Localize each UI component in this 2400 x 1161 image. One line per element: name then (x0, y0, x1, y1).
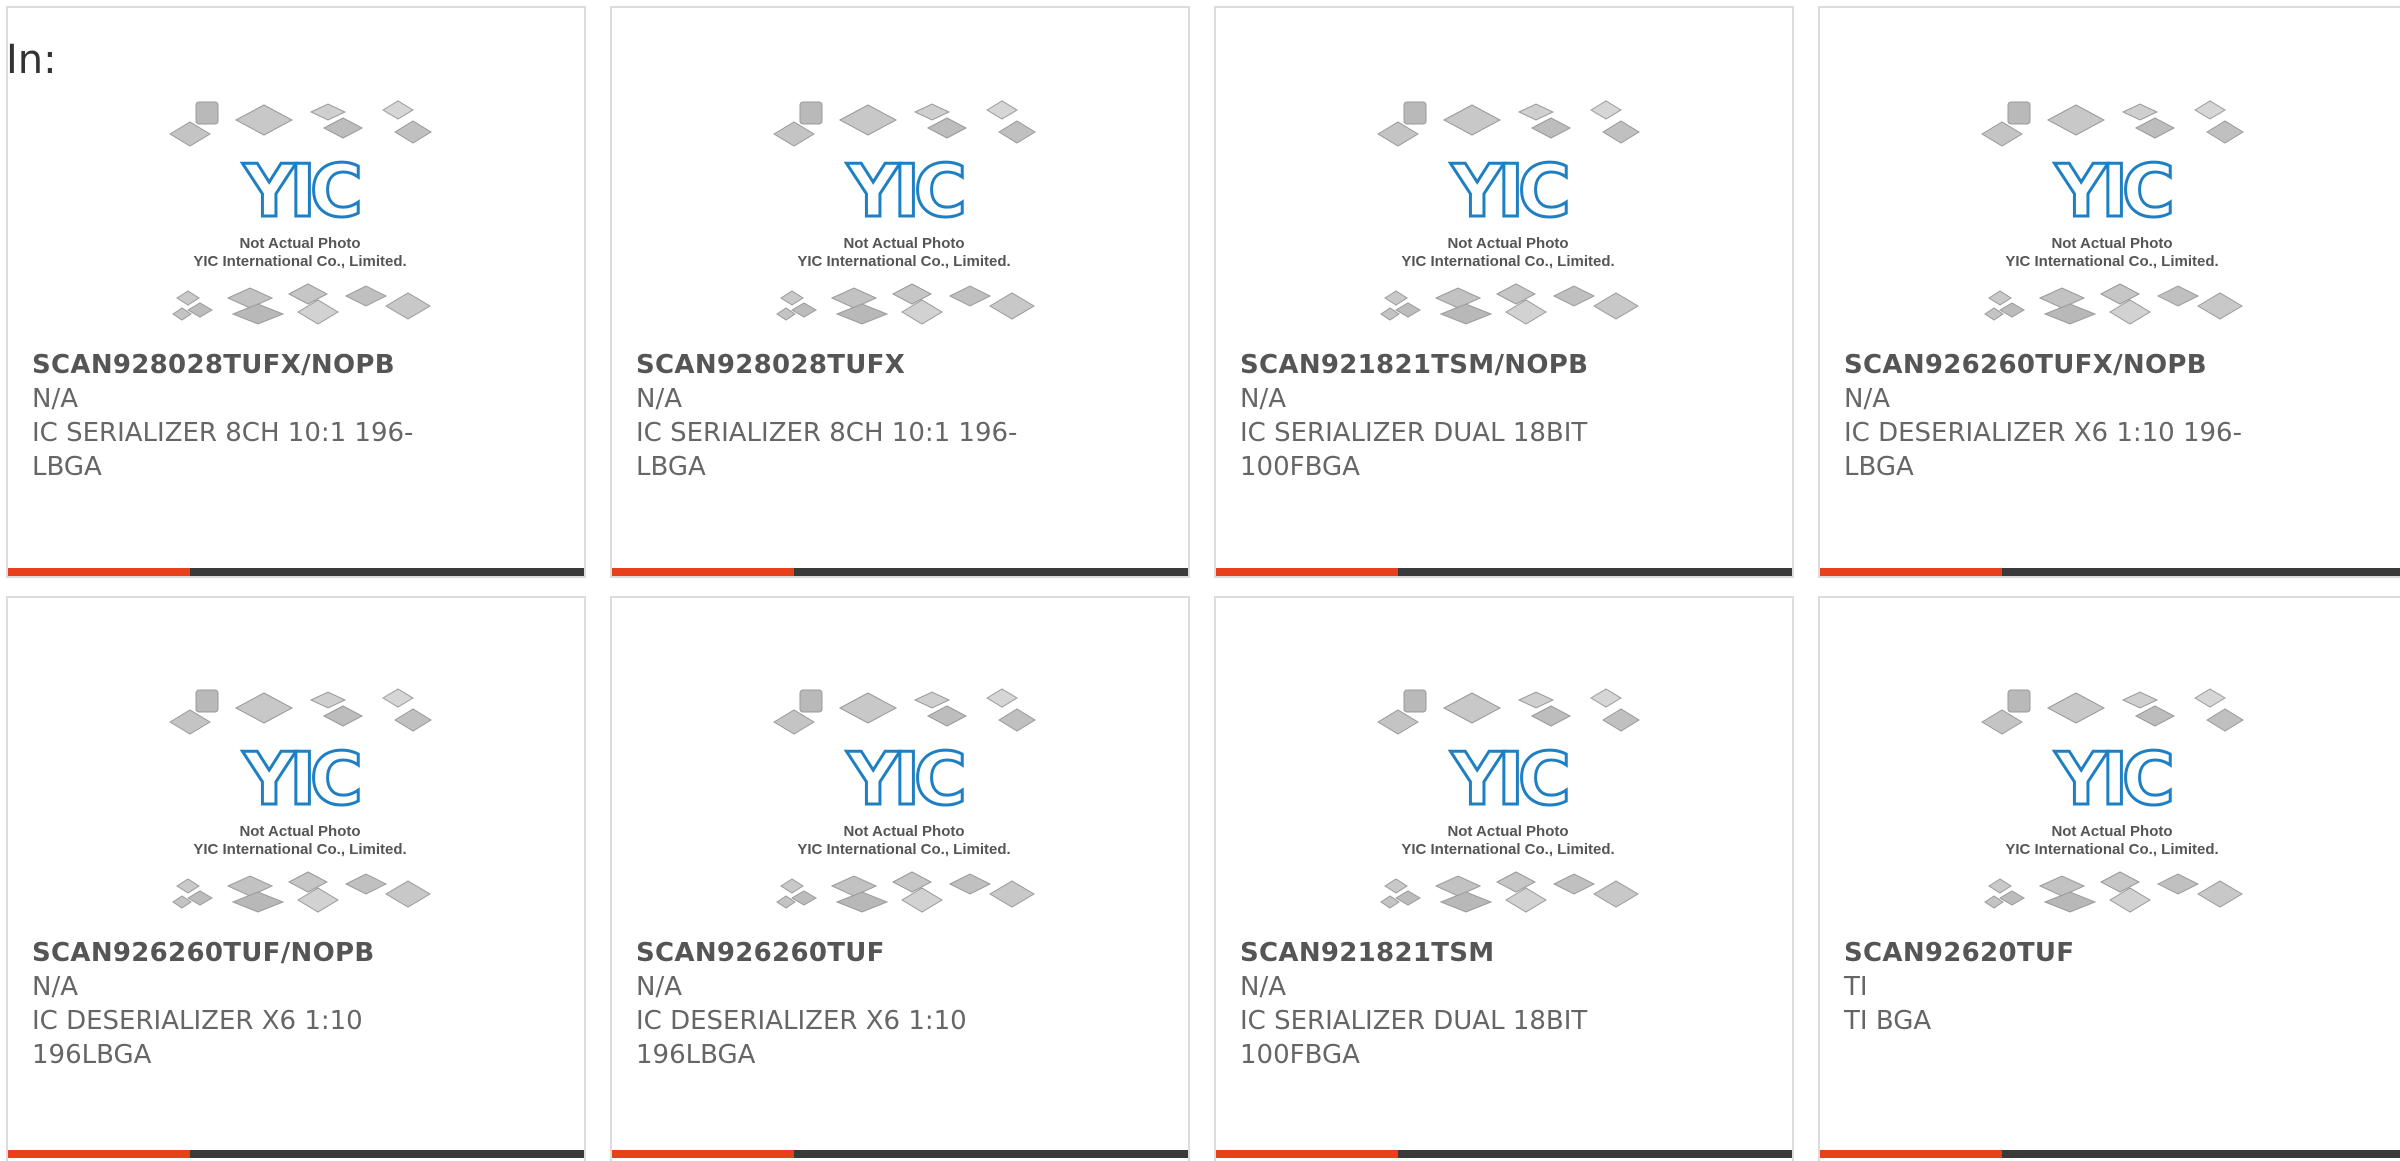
manufacturer: TI (1844, 972, 1868, 1002)
description: IC DESERIALIZER X6 1:10 196-LBGA (1844, 418, 2242, 482)
watermark-line2: YIC International Co., Limited. (2005, 841, 2218, 858)
card-bar (8, 568, 584, 576)
product-grid: YIC Not Actual Photo YIC International Co.… (0, 0, 2400, 1161)
watermark-line1: Not Actual Photo (1447, 235, 1568, 252)
watermark-line2: YIC International Co., Limited. (193, 841, 406, 858)
not-actual-photo-image: YIC Not Actual PhotoYIC International Co.… (169, 688, 432, 913)
part-number-link[interactable]: SCAN92620TUF (1844, 936, 2344, 970)
watermark-line1: Not Actual Photo (239, 235, 360, 252)
manufacturer: N/A (32, 972, 78, 1002)
watermark-line1: Not Actual Photo (2051, 235, 2172, 252)
manufacturer: N/A (32, 384, 78, 414)
card-bar (8, 1150, 584, 1158)
watermark-line1: Not Actual Photo (843, 235, 964, 252)
card-bar (1216, 1150, 1792, 1158)
watermark-line2: YIC International Co., Limited. (193, 253, 406, 270)
yic-logo: YIC (242, 737, 359, 821)
watermark-line2: YIC International Co., Limited. (797, 841, 1010, 858)
description: IC DESERIALIZER X6 1:10 196LBGA (636, 1006, 967, 1070)
product-card[interactable]: YIC Not Actual Photo YIC International Co.… (610, 596, 1190, 1161)
watermark-line2: YIC International Co., Limited. (797, 253, 1010, 270)
description: IC SERIALIZER 8CH 10:1 196-LBGA (32, 418, 414, 482)
product-card[interactable]: YIC Not Actual Photo YIC International Co.… (1214, 596, 1794, 1161)
product-photo[interactable]: YIC Not Actual Photo YIC International Co.… (1376, 686, 1640, 926)
not-actual-photo-image: YIC Not Actual PhotoYIC International Co.… (773, 100, 1036, 325)
watermark-line2: YIC International Co., Limited. (1401, 841, 1614, 858)
description: IC SERIALIZER DUAL 18BIT 100FBGA (1240, 1006, 1588, 1070)
not-actual-photo-image: YIC Not Actual PhotoYIC International Co.… (1981, 688, 2244, 913)
description: IC SERIALIZER 8CH 10:1 196-LBGA (636, 418, 1018, 482)
manufacturer: N/A (636, 972, 682, 1002)
card-bar (612, 1150, 1188, 1158)
manufacturer: N/A (1240, 972, 1286, 1002)
manufacturer: N/A (1240, 384, 1286, 414)
product-card[interactable]: YIC Not Actual Photo YIC International Co.… (1818, 6, 2400, 578)
filter-label: In: (6, 37, 57, 83)
product-card[interactable]: YIC Not Actual Photo YIC International Co.… (610, 6, 1190, 578)
card-bar (1820, 1150, 2400, 1158)
card-bar (1820, 568, 2400, 576)
yic-logo: YIC (2054, 737, 2171, 821)
part-number-link[interactable]: SCAN926260TUF (636, 936, 1136, 970)
watermark-line1: Not Actual Photo (2051, 823, 2172, 840)
product-photo[interactable]: YIC Not Actual Photo YIC International Co.… (772, 686, 1036, 926)
part-number-link[interactable]: SCAN926260TUFX/NOPB (1844, 348, 2344, 382)
product-photo[interactable]: YIC Not Actual Photo YIC International Co.… (1980, 686, 2244, 926)
product-card[interactable]: YIC Not Actual Photo YIC International Co.… (1818, 596, 2400, 1161)
watermark-line1: Not Actual Photo (239, 823, 360, 840)
watermark-line1: Not Actual Photo (843, 823, 964, 840)
yic-logo: YIC (242, 149, 359, 233)
yic-logo: YIC (846, 149, 963, 233)
manufacturer: N/A (636, 384, 682, 414)
yic-logo: YIC (1450, 149, 1567, 233)
description: TI BGA (1844, 1006, 1932, 1036)
part-number-link[interactable]: SCAN928028TUFX (636, 348, 1136, 382)
not-actual-photo-image: YIC Not Actual PhotoYIC International Co.… (773, 688, 1036, 913)
part-number-link[interactable]: SCAN921821TSM/NOPB (1240, 348, 1740, 382)
not-actual-photo-image: YIC Not Actual PhotoYIC International Co.… (1377, 100, 1640, 325)
product-card[interactable]: YIC Not Actual Photo YIC International Co.… (6, 6, 586, 578)
product-card[interactable]: YIC Not Actual Photo YIC International Co.… (6, 596, 586, 1161)
card-bar (1216, 568, 1792, 576)
product-photo[interactable]: YIC Not Actual Photo YIC International Co.… (1980, 98, 2244, 338)
product-photo[interactable]: YIC Not Actual Photo YIC International Co.… (772, 98, 1036, 338)
not-actual-photo-image: YIC Not Actual PhotoYIC International Co.… (169, 100, 432, 325)
watermark-line2: YIC International Co., Limited. (2005, 253, 2218, 270)
product-photo[interactable]: YIC Not Actual Photo YIC International Co.… (1376, 98, 1640, 338)
yic-logo: YIC (846, 737, 963, 821)
not-actual-photo-image: YIC Not Actual PhotoYIC International Co.… (1981, 100, 2244, 325)
description: IC DESERIALIZER X6 1:10 196LBGA (32, 1006, 363, 1070)
product-photo[interactable]: YIC Not Actual Photo YIC International Co.… (168, 686, 432, 926)
part-number-link[interactable]: SCAN921821TSM (1240, 936, 1740, 970)
card-bar (612, 568, 1188, 576)
product-card[interactable]: YIC Not Actual Photo YIC International Co.… (1214, 6, 1794, 578)
yic-logo: YIC (2054, 149, 2171, 233)
part-number-link[interactable]: SCAN928028TUFX/NOPB (32, 348, 532, 382)
description: IC SERIALIZER DUAL 18BIT 100FBGA (1240, 418, 1588, 482)
product-photo[interactable]: YIC Not Actual Photo YIC International Co.… (168, 98, 432, 338)
yic-logo: YIC (1450, 737, 1567, 821)
watermark-line2: YIC International Co., Limited. (1401, 253, 1614, 270)
part-number-link[interactable]: SCAN926260TUF/NOPB (32, 936, 532, 970)
manufacturer: N/A (1844, 384, 1890, 414)
watermark-line1: Not Actual Photo (1447, 823, 1568, 840)
not-actual-photo-image: YIC Not Actual PhotoYIC International Co.… (1377, 688, 1640, 913)
